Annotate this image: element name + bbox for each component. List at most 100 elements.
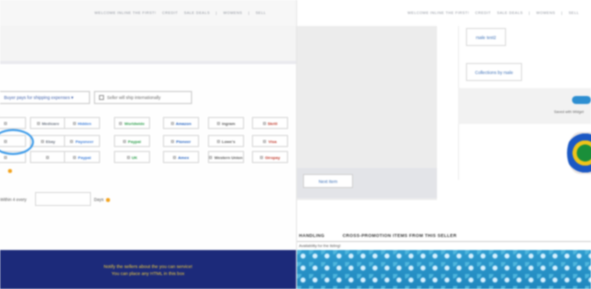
left-header-area — [0, 26, 296, 64]
top-nav-item[interactable]: WELCOME INLINE THE FIRST! — [408, 11, 470, 15]
checkbox-icon[interactable] — [126, 155, 130, 159]
checkbox-icon[interactable] — [171, 139, 175, 143]
payment-method-option[interactable]: Visa — [252, 135, 288, 147]
widget-save-label: Saved with Widget — [554, 110, 584, 114]
international-shipping-checkbox[interactable]: Seller will ship internationally — [94, 91, 192, 104]
payment-method-label: Hidden — [77, 120, 92, 126]
shipping-payer-select[interactable]: Buyer pays for shipping expenses ▾ — [0, 91, 90, 104]
payment-method-label: Ebay — [45, 138, 56, 144]
required-dot-icon — [105, 197, 110, 202]
payment-method-label: Paypal — [128, 138, 141, 144]
checkbox-icon[interactable] — [170, 121, 174, 125]
top-nav-item[interactable]: SALE DEALS — [497, 11, 523, 15]
tab-handling[interactable]: HANDLING — [299, 233, 325, 238]
checkbox-icon[interactable] — [123, 139, 127, 143]
top-nav-item[interactable]: SALE DEALS — [184, 11, 210, 15]
top-nav-item: | — [561, 11, 563, 15]
payment-method-option[interactable]: Pioneer — [163, 135, 199, 147]
banner-line-2: You can place any HTML in this box — [111, 270, 185, 276]
checkbox-icon[interactable] — [99, 95, 104, 100]
top-nav-item: | — [215, 11, 218, 15]
handling-days-prefix: Within 4 every — [0, 197, 27, 202]
payment-method-option[interactable]: Paypal — [114, 135, 150, 147]
top-nav-item[interactable]: WELCOME INLINE THE FIRST! — [95, 11, 157, 15]
tab-cross-promotion[interactable]: CROSS-PROMOTION ITEMS FROM THIS SELLER — [343, 233, 457, 238]
top-nav-item[interactable]: WOMENS — [223, 11, 242, 15]
payment-method-option[interactable]: Amex — [163, 151, 199, 163]
payment-method-label: ingram — [221, 120, 236, 126]
checkbox-icon[interactable] — [3, 155, 7, 159]
banner-line-1: Notify the sellers about the you can ser… — [103, 263, 193, 269]
payment-method-label: Lowe's — [221, 138, 236, 144]
checkbox-icon[interactable] — [173, 155, 177, 159]
payment-method-option[interactable]: Amazon — [163, 117, 199, 129]
top-nav-right: WELCOME INLINE THE FIRST! CREDIT SALE DEAL… — [296, 0, 591, 26]
widget-strip — [458, 88, 591, 124]
required-dot-icon — [8, 168, 12, 173]
checkbox-icon[interactable] — [262, 121, 266, 125]
collection-button-2[interactable]: Collections by rsale — [466, 63, 522, 81]
payment-method-option[interactable]: Giropay — [252, 151, 288, 163]
handling-days-suffix-group: Days — [94, 197, 110, 202]
checkbox-icon[interactable] — [36, 121, 40, 125]
checkbox-icon[interactable] — [40, 139, 44, 143]
checkbox-icon[interactable] — [3, 121, 7, 125]
payment-method-label: Paypal — [78, 154, 91, 160]
payment-method-option[interactable]: Medicare — [30, 117, 66, 129]
payment-method-label: Amex — [178, 154, 189, 160]
checkbox-icon[interactable] — [216, 121, 220, 125]
top-nav-item[interactable]: SELL — [256, 11, 266, 15]
checkbox-icon[interactable] — [216, 139, 220, 143]
payment-method-option[interactable] — [30, 151, 66, 163]
payment-method-option[interactable]: Worldwide — [114, 117, 150, 129]
handling-days-input[interactable] — [35, 192, 91, 206]
payment-method-option[interactable]: Paypal — [64, 151, 100, 163]
checkbox-icon[interactable] — [72, 121, 76, 125]
top-nav-item[interactable]: CREDIT — [162, 11, 178, 15]
top-nav-left: WELCOME INLINE THE FIRST! CREDIT SALE DEAL… — [0, 0, 296, 26]
top-nav-item[interactable]: CREDIT — [475, 11, 491, 15]
top-nav-item[interactable]: SELL — [569, 11, 579, 15]
payment-method-option[interactable]: Lowe's — [208, 135, 244, 147]
payment-method-option[interactable]: UK — [114, 151, 150, 163]
payment-method-label: UK — [131, 154, 138, 160]
payment-method-option[interactable] — [0, 117, 26, 129]
tab-note: Availability for the listing! — [299, 244, 341, 248]
globe-icon — [567, 132, 591, 174]
checkbox-icon[interactable] — [119, 121, 123, 125]
handling-days-suffix: Days — [94, 197, 104, 202]
payment-method-label: Amazon — [175, 120, 192, 126]
decorative-pattern-strip — [297, 250, 591, 289]
shipping-payer-value: Buyer pays for shipping expenses ▾ — [4, 94, 74, 100]
payment-method-label: Western Union — [214, 154, 243, 160]
payment-method-option[interactable]: Ebay — [30, 135, 66, 147]
payment-method-option[interactable]: Skrill — [252, 117, 288, 129]
top-nav-item: | — [528, 11, 531, 15]
payment-method-option[interactable]: ingram — [208, 117, 244, 129]
payment-method-option[interactable]: Payoneer — [64, 135, 100, 147]
payment-method-label: Medicare — [41, 120, 60, 126]
checkbox-icon[interactable] — [45, 155, 49, 159]
payment-method-label: Worldwide — [124, 120, 145, 126]
payment-method-option[interactable]: Hidden — [64, 117, 100, 129]
collection-button-1[interactable]: rsale test2 — [466, 28, 506, 46]
payment-method-option[interactable]: Western Union — [208, 151, 244, 163]
top-nav-item[interactable]: WOMENS — [536, 11, 555, 15]
seller-notice-banner: Notify the sellers about the you can ser… — [0, 250, 296, 289]
payment-method-label: Pioneer — [176, 138, 191, 144]
international-shipping-label: Seller will ship internationally — [107, 95, 161, 100]
listing-tabs: HANDLING CROSS-PROMOTION ITEMS FROM THIS… — [297, 230, 591, 242]
payment-method-label: Skrill — [267, 120, 278, 126]
payment-method-label: Giropay — [264, 154, 281, 160]
top-nav-item: | — [248, 11, 250, 15]
checkbox-icon[interactable] — [70, 139, 74, 143]
toggle-switch[interactable] — [572, 96, 591, 104]
checkbox-icon[interactable] — [209, 155, 213, 159]
payment-method-label: Payoneer — [75, 138, 94, 144]
checkbox-icon[interactable] — [263, 139, 267, 143]
next-item-button[interactable]: Next Item — [303, 174, 353, 188]
payment-method-label: Visa — [268, 138, 277, 144]
checkbox-icon[interactable] — [259, 155, 263, 159]
checkbox-icon[interactable] — [73, 155, 77, 159]
required-marker — [2, 168, 12, 174]
